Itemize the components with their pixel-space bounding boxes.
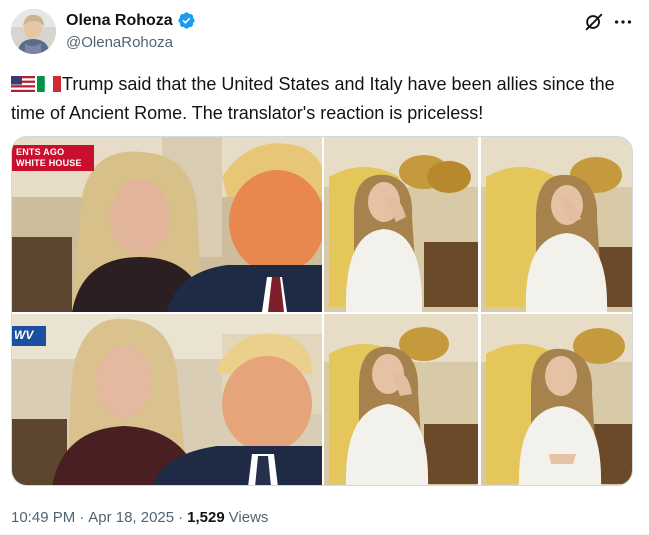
verified-badge-icon (178, 12, 195, 29)
media-image-right-3[interactable] (324, 314, 478, 485)
flag-icons (11, 74, 61, 100)
media-image-right-1[interactable] (324, 137, 478, 312)
us-flag-icon (11, 76, 35, 92)
post-text-content: Trump said that the United States and It… (11, 74, 615, 123)
media-image-bottom-left[interactable]: WV (12, 314, 322, 485)
media-image-right-4[interactable] (481, 314, 632, 485)
news-banner-line-2: WHITE HOUSE (16, 158, 82, 168)
photo-interpreter-trump-2 (12, 314, 322, 485)
post-text: Trump said that the United States and It… (11, 71, 637, 126)
photo-meloni-1 (324, 137, 478, 312)
author-name-row[interactable]: Olena Rohoza (66, 11, 196, 30)
tweet-card[interactable]: Olena Rohoza @OlenaRohoza Trump said tha… (0, 0, 649, 535)
author-handle[interactable]: @OlenaRohoza (66, 34, 173, 51)
photo-meloni-2 (481, 137, 632, 312)
news-banner: ENTS AGO WHITE HOUSE (12, 145, 94, 171)
grok-icon[interactable] (583, 11, 605, 33)
news-banner-line-1: ENTS AGO (16, 147, 65, 157)
views-label: Views (228, 509, 269, 526)
avatar-image (11, 9, 56, 54)
more-options-icon[interactable] (612, 11, 634, 33)
author-name[interactable]: Olena Rohoza (66, 12, 173, 30)
post-date[interactable]: Apr 18, 2025 (88, 509, 174, 526)
views-count: 1,529 (187, 509, 225, 526)
post-meta: 10:49 PM · Apr 18, 2025 · 1,529 Views (11, 509, 268, 526)
photo-meloni-3 (324, 314, 478, 485)
post-time[interactable]: 10:49 PM (11, 509, 75, 526)
meta-separator: · (79, 509, 85, 526)
media-image-top-left[interactable]: ENTS AGO WHITE HOUSE (12, 137, 322, 312)
channel-logo: WV (14, 328, 34, 342)
meta-separator-2: · (178, 509, 184, 526)
avatar[interactable] (11, 9, 56, 54)
media-grid[interactable]: ENTS AGO WHITE HOUSE WV (11, 136, 633, 486)
italy-flag-icon (37, 75, 61, 93)
photo-meloni-4 (481, 314, 632, 485)
media-image-right-2[interactable] (481, 137, 632, 312)
